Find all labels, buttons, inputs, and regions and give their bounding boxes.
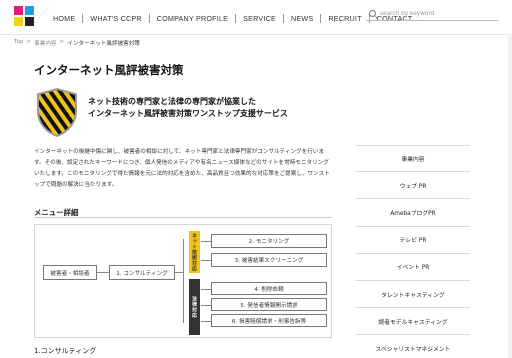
ccpr-logo[interactable] bbox=[14, 6, 36, 28]
nav-whats-ccpr[interactable]: WHAT'S CCPR bbox=[83, 14, 148, 23]
logo-cell-black bbox=[25, 17, 34, 26]
client-box: 被害者・相談者 bbox=[43, 265, 97, 280]
step-monitoring-box: 2. モニタリング bbox=[211, 234, 327, 248]
sidebar-item-specialist[interactable]: スペシャリストマネジメント bbox=[356, 335, 470, 358]
step-damages-box: 6. 損害賠償請求・刑事告訴等 bbox=[211, 314, 327, 327]
connector bbox=[201, 305, 211, 306]
sidebar-item-model-casting[interactable]: 読者モデルキャスティング bbox=[356, 308, 470, 336]
service-flow-diagram: 被害者・相談者 1. コンサルティング ネット技術対応 法律対応 2. モニタリ… bbox=[34, 224, 332, 338]
step-screening-box: 3. 被害結果スクリーニング bbox=[211, 253, 327, 267]
step-consulting-box: 1. コンサルティング bbox=[109, 265, 175, 280]
global-nav: HOME WHAT'S CCPR COMPANY PROFILE SERVICE… bbox=[46, 14, 419, 23]
net-tech-tab: ネット技術対応 bbox=[189, 231, 200, 273]
connector bbox=[201, 289, 211, 290]
shield-icon bbox=[37, 88, 77, 137]
nav-news[interactable]: NEWS bbox=[284, 14, 320, 23]
section-heading-consulting: 1.コンサルティング bbox=[34, 347, 97, 355]
catch-line-2: インターネット風評被害対策ワンストップ支援サービス bbox=[88, 109, 288, 118]
site-header: HOME WHAT'S CCPR COMPANY PROFILE SERVICE… bbox=[0, 0, 512, 34]
step-deletion-box: 4. 削除依頼 bbox=[211, 282, 327, 295]
breadcrumb: Top > 事業内容 > インターネット風評被害対策 bbox=[14, 39, 140, 47]
header-divider bbox=[0, 34, 512, 35]
catch-line-1: ネット技術の専門家と法律の専門家が協業した bbox=[88, 97, 256, 106]
nav-company-profile[interactable]: COMPANY PROFILE bbox=[150, 14, 235, 23]
breadcrumb-business[interactable]: 事業内容 bbox=[34, 39, 56, 47]
connector bbox=[201, 321, 211, 322]
search-input[interactable] bbox=[380, 9, 490, 19]
sidebar-item-event-pr[interactable]: イベント PR bbox=[356, 254, 470, 281]
sidebar-item-ameba-pr[interactable]: AmebaブログPR bbox=[356, 199, 470, 227]
breadcrumb-separator: > bbox=[26, 39, 32, 45]
connector bbox=[183, 239, 184, 323]
connector bbox=[201, 260, 211, 261]
nav-home[interactable]: HOME bbox=[46, 14, 82, 23]
connector bbox=[201, 241, 211, 242]
sidebar-item-web-pr[interactable]: ウェブ PR bbox=[356, 172, 470, 200]
step-disclosure-box: 5. 発信者情報開示請求 bbox=[211, 298, 327, 311]
side-nav: 事業内容 ウェブ PR AmebaブログPR テレビ PR イベント PR タレ… bbox=[356, 145, 470, 358]
nav-service[interactable]: SERVICE bbox=[236, 14, 283, 23]
scrollbar[interactable] bbox=[508, 34, 512, 358]
legal-tab: 法律対応 bbox=[189, 279, 200, 335]
sidebar-item-tv-pr[interactable]: テレビ PR bbox=[356, 227, 470, 254]
logo-cell-cyan bbox=[25, 6, 34, 15]
logo-cell-yellow bbox=[14, 17, 23, 26]
breadcrumb-separator: > bbox=[59, 39, 65, 45]
connector bbox=[97, 272, 109, 273]
nav-recruit[interactable]: RECRUIT bbox=[321, 14, 368, 23]
search-box bbox=[366, 8, 498, 21]
intro-text: インターネットの後継中傷に関し、被害者の相談に対して、ネット専門家と法律専門家が… bbox=[34, 149, 330, 188]
menu-heading-rule bbox=[34, 217, 332, 218]
catch-copy: ネット技術の専門家と法律の専門家が協業した インターネット風評被害対策ワンストッ… bbox=[88, 96, 288, 120]
connector bbox=[175, 272, 183, 273]
sidebar-item-business[interactable]: 事業内容 bbox=[356, 145, 470, 173]
logo-cell-magenta bbox=[14, 6, 23, 15]
page-title: インターネット風評被害対策 bbox=[34, 63, 184, 77]
breadcrumb-current: インターネット風評被害対策 bbox=[67, 41, 140, 47]
sidebar-item-talent-casting[interactable]: タレントキャスティング bbox=[356, 281, 470, 309]
breadcrumb-top[interactable]: Top bbox=[14, 39, 23, 47]
search-icon[interactable] bbox=[369, 10, 376, 17]
